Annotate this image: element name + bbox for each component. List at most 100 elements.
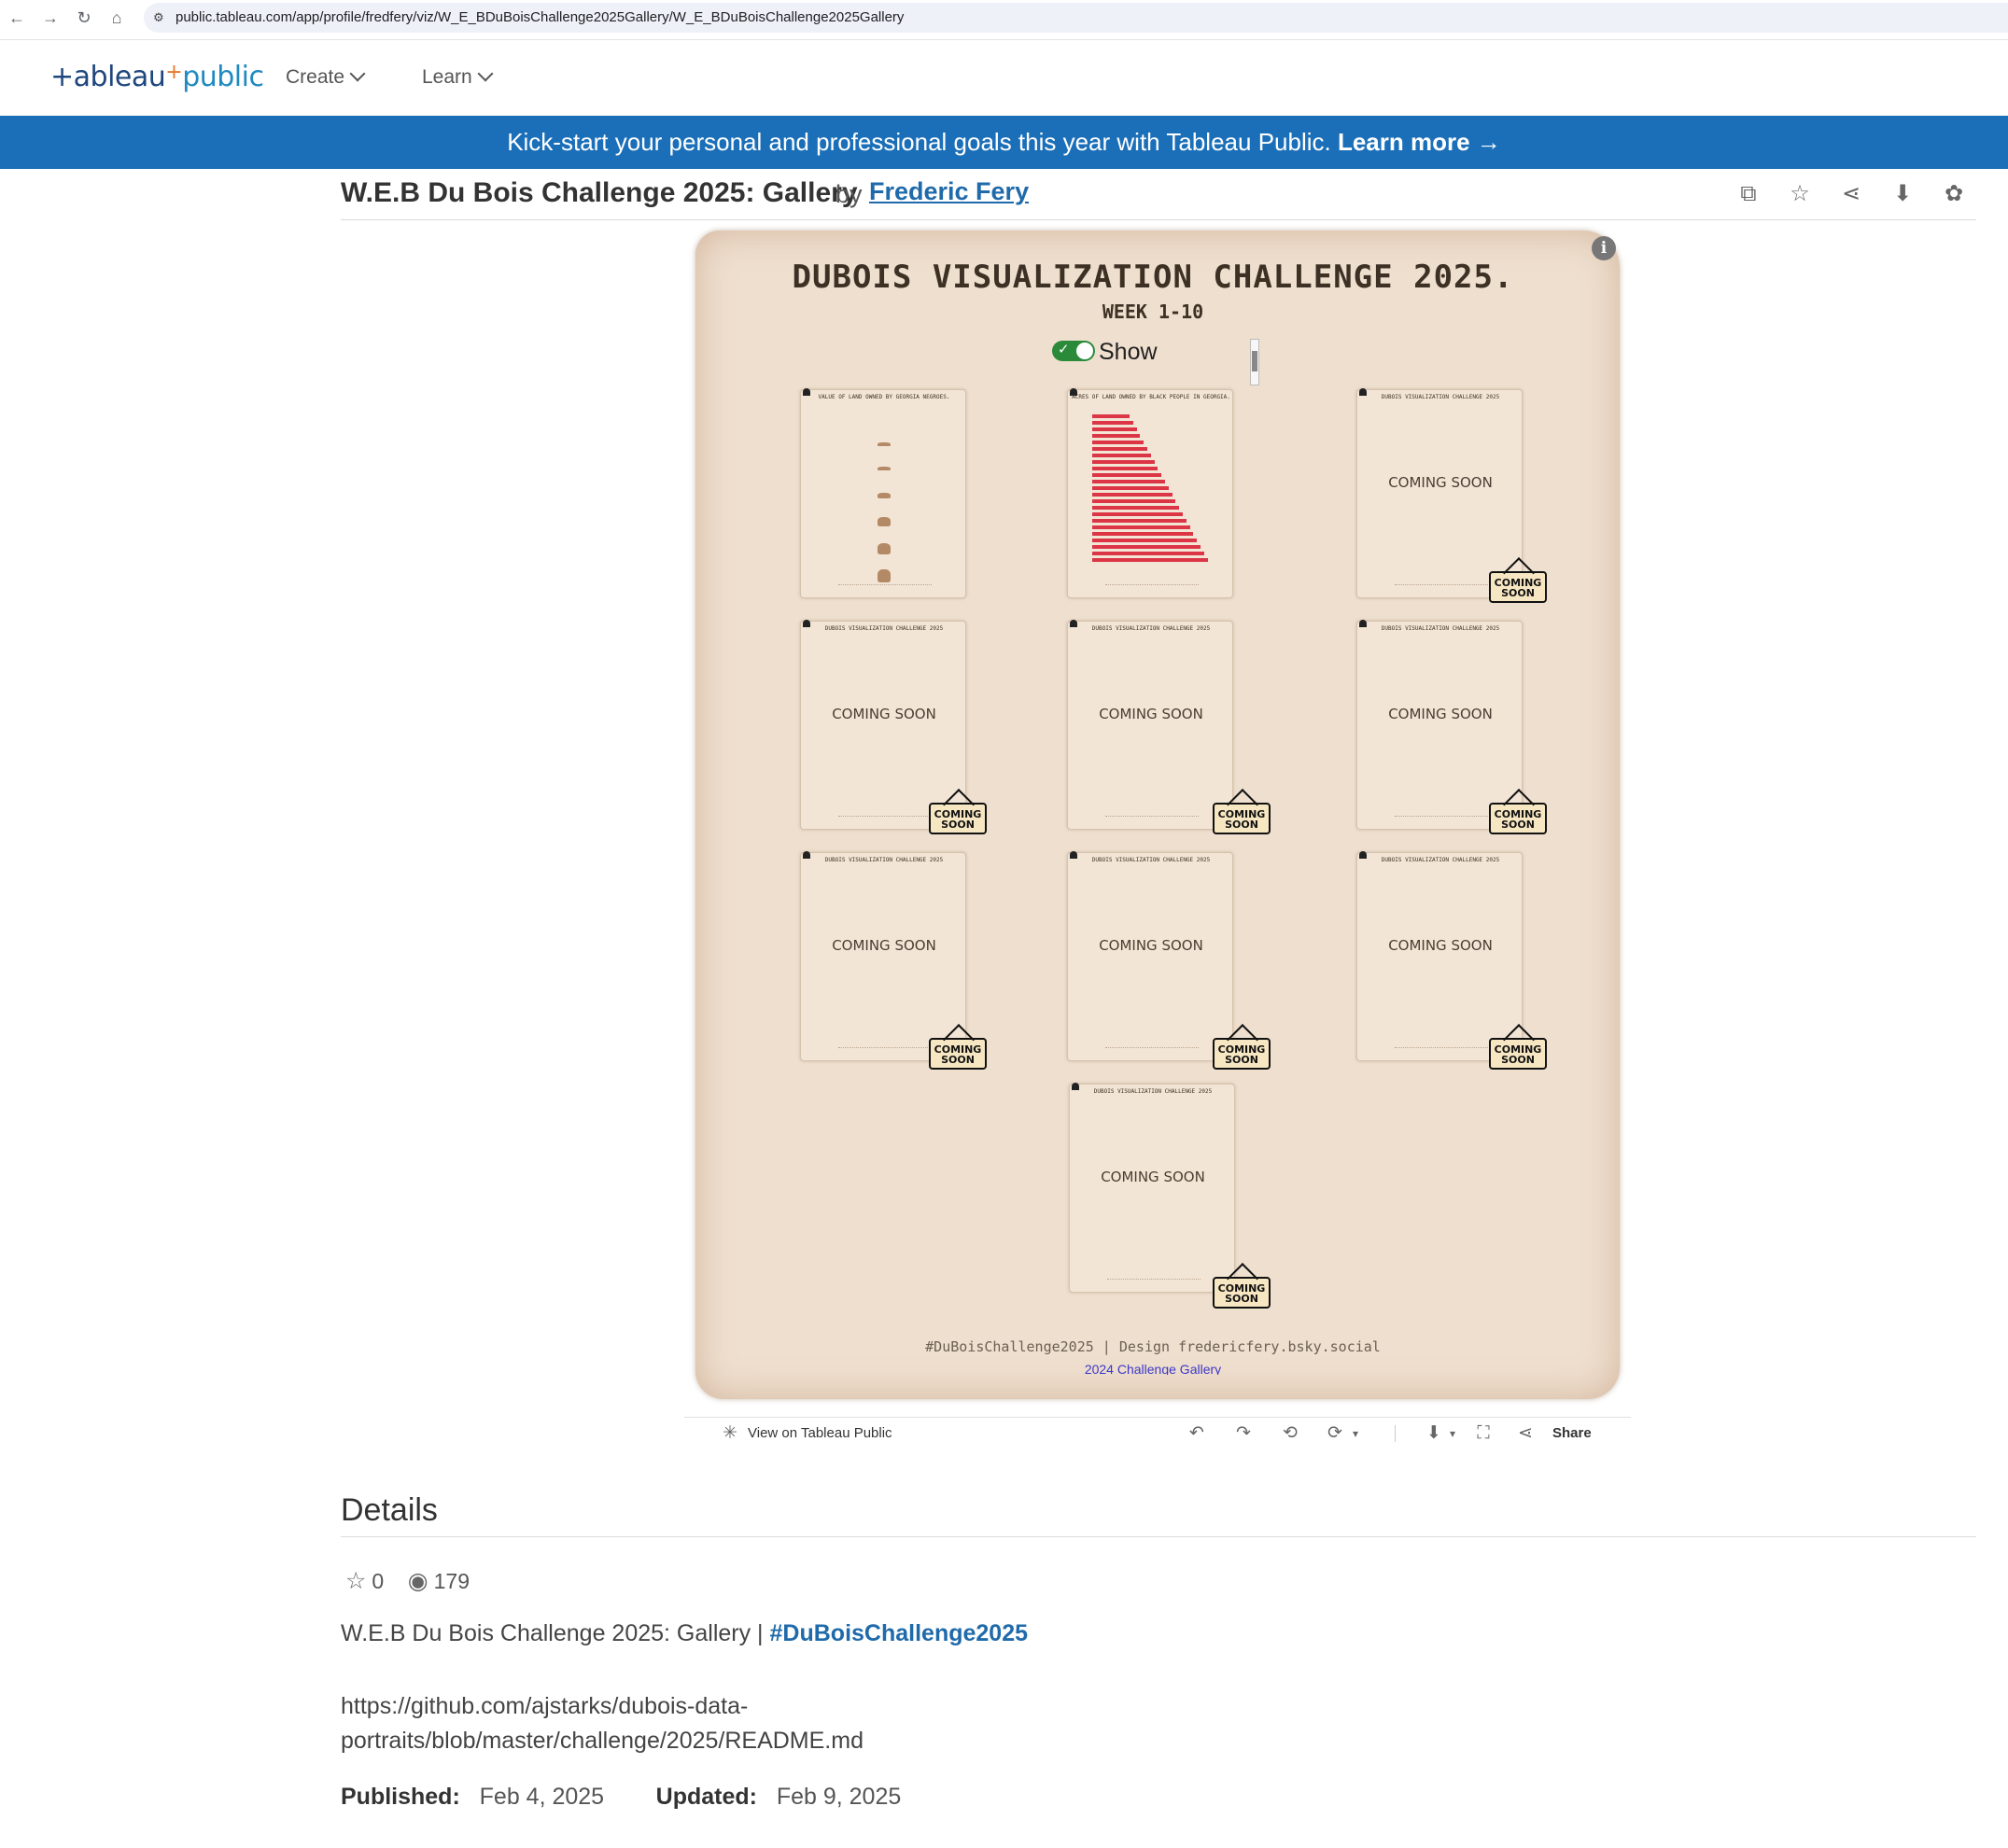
card-title: DUBOIS VISUALIZATION CHALLENGE 2025 [824,857,944,863]
info-icon[interactable]: i [1592,236,1616,260]
share-icon[interactable]: ⋖ [1836,179,1866,209]
week2-card[interactable]: ACRES OF LAND OWNED BY BLACK PEOPLE IN G… [1067,388,1233,598]
week8-card[interactable]: DUBOIS VISUALIZATION CHALLENGE 2025 COMI… [1067,851,1233,1061]
thumbnail-bar [1092,467,1158,470]
urn [878,442,891,446]
share-button[interactable]: Share [1552,1425,1592,1441]
card-title: DUBOIS VISUALIZATION CHALLENGE 2025 [1093,1088,1213,1095]
view-on-tableau-link[interactable]: View on Tableau Public [748,1425,892,1441]
coming-soon-text: COMING SOON [1099,937,1203,954]
parameter-scrollbar[interactable] [1250,339,1259,385]
coming-soon-sign: COMING SOON [1213,803,1271,834]
menu-create[interactable]: Create [286,65,366,89]
card-footer [1395,816,1488,817]
address-bar[interactable]: ⚙ public.tableau.com/app/profile/fredfer… [144,3,2008,33]
browser-bar: ← → ↻ ⌂ ⚙ public.tableau.com/app/profile… [0,0,2008,35]
card-title: VALUE OF LAND OWNED BY GEORGIA NEGROES. [818,394,950,400]
scroll-thumb[interactable] [1252,351,1257,371]
week1-card[interactable]: VALUE OF LAND OWNED BY GEORGIA NEGROES. [800,388,967,598]
thumbnail-bar [1092,493,1173,497]
fullscreen-icon[interactable]: ⛶ [1473,1423,1494,1444]
refresh-icon[interactable]: ⟳ [1325,1423,1345,1444]
views-count: 179 [433,1569,470,1593]
chevron-down-icon [477,65,494,82]
description-text: W.E.B Du Bois Challenge 2025: Gallery | [341,1620,764,1646]
card-footer [1105,816,1199,817]
tableau-public-logo[interactable]: +ableau+public [50,61,264,93]
dashboard-title: DUBOIS VISUALIZATION CHALLENGE 2025. [792,259,1514,296]
coming-soon-sign: COMING SOON [1489,571,1547,603]
logo-plus: + [165,61,183,84]
back-icon[interactable]: ← [6,7,28,29]
thumbnail-bar [1092,473,1162,477]
urn [878,517,891,526]
thumbnail-bar [1092,532,1194,536]
share-icon[interactable]: ⋖ [1515,1423,1536,1444]
undo-icon[interactable]: ↶ [1187,1423,1207,1444]
revert-icon[interactable]: ⟲ [1280,1423,1300,1444]
urn-chart [801,424,967,582]
redo-icon[interactable]: ↷ [1233,1423,1254,1444]
banner-text: Kick-start your personal and professiona… [507,128,1331,156]
caret-down-icon[interactable]: ▾ [1345,1423,1366,1444]
site-info-icon[interactable]: ⚙ [153,9,170,26]
by-label: by [835,180,863,208]
week5-card[interactable]: DUBOIS VISUALIZATION CHALLENGE 2025 COMI… [1067,620,1233,830]
coming-soon-text: COMING SOON [1388,474,1493,491]
coming-soon-text: COMING SOON [832,706,936,722]
week6-card[interactable]: DUBOIS VISUALIZATION CHALLENGE 2025 COMI… [1356,620,1523,830]
show-toggle[interactable]: ✓ [1052,341,1095,361]
home-icon[interactable]: ⌂ [105,7,128,29]
dashboard-subtitle: WEEK 1-10 [1102,301,1204,323]
coming-soon-text: COMING SOON [1388,937,1493,954]
thumbnail-bar [1092,454,1151,457]
author-link[interactable]: Frederic Fery [869,177,1029,206]
coming-soon-text: COMING SOON [1101,1169,1205,1185]
menu-learn[interactable]: Learn [422,65,494,89]
coming-soon-sign: COMING SOON [929,1038,987,1070]
coming-soon-text: COMING SOON [1388,706,1493,722]
card-title: DUBOIS VISUALIZATION CHALLENGE 2025 [1091,857,1211,863]
week10-card[interactable]: DUBOIS VISUALIZATION CHALLENGE 2025 COMI… [1069,1083,1235,1293]
viz-embed[interactable]: i DUBOIS VISUALIZATION CHALLENGE 2025. W… [684,221,1631,1449]
favorites-count: 0 [372,1569,385,1593]
reload-icon[interactable]: ↻ [73,7,95,29]
bar-chart [1092,414,1214,573]
caret-down-icon[interactable]: ▾ [1442,1423,1463,1444]
thumbnail-bar [1092,552,1204,555]
thumbnail-bar [1092,434,1141,438]
star-icon[interactable]: ☆ [1785,179,1815,209]
card-footer [1105,584,1199,585]
award-icon[interactable]: ✿ [1939,179,1969,209]
sign-line2: SOON [1501,587,1535,599]
readme-url-line2: portraits/blob/master/challenge/2025/REA… [341,1728,864,1754]
urn [878,467,891,470]
card-title: DUBOIS VISUALIZATION CHALLENGE 2025 [1381,625,1500,632]
copy-icon[interactable]: ⧉ [1734,179,1763,209]
banner-learn-more-link[interactable]: Learn more → [1338,128,1501,156]
card-footer [1395,1047,1488,1048]
hashtag-link[interactable]: #DuBoisChallenge2025 [770,1620,1029,1646]
eye-icon: ◉ [407,1568,428,1594]
week7-card[interactable]: DUBOIS VISUALIZATION CHALLENGE 2025 COMI… [800,851,966,1061]
menu-create-label: Create [286,66,345,88]
download-icon[interactable]: ⬇ [1888,179,1917,209]
card-title: DUBOIS VISUALIZATION CHALLENGE 2025 [824,625,944,632]
menu-learn-label: Learn [422,66,472,88]
coming-soon-sign: COMING SOON [1213,1277,1271,1309]
download-icon[interactable]: ⬇ [1424,1423,1444,1444]
week9-card[interactable]: DUBOIS VISUALIZATION CHALLENGE 2025 COMI… [1356,851,1523,1061]
challenge-2024-link[interactable]: 2024 Challenge Gallery [684,1362,1622,1375]
forward-icon[interactable]: → [39,7,62,29]
card-footer [1105,1047,1199,1048]
sign-line2: SOON [941,1054,975,1066]
toggle-knob [1076,343,1093,359]
week4-card[interactable]: DUBOIS VISUALIZATION CHALLENGE 2025 COMI… [800,620,966,830]
viz-stats: ☆ 0 ◉ 179 [345,1567,470,1595]
published-date: Feb 4, 2025 [479,1784,605,1810]
star-icon[interactable]: ☆ [345,1568,366,1594]
card-footer [1107,1279,1201,1280]
toolbar-separator [1395,1425,1396,1442]
card-footer [838,584,932,585]
week3-card[interactable]: DUBOIS VISUALIZATION CHALLENGE 2025 COMI… [1356,388,1523,598]
